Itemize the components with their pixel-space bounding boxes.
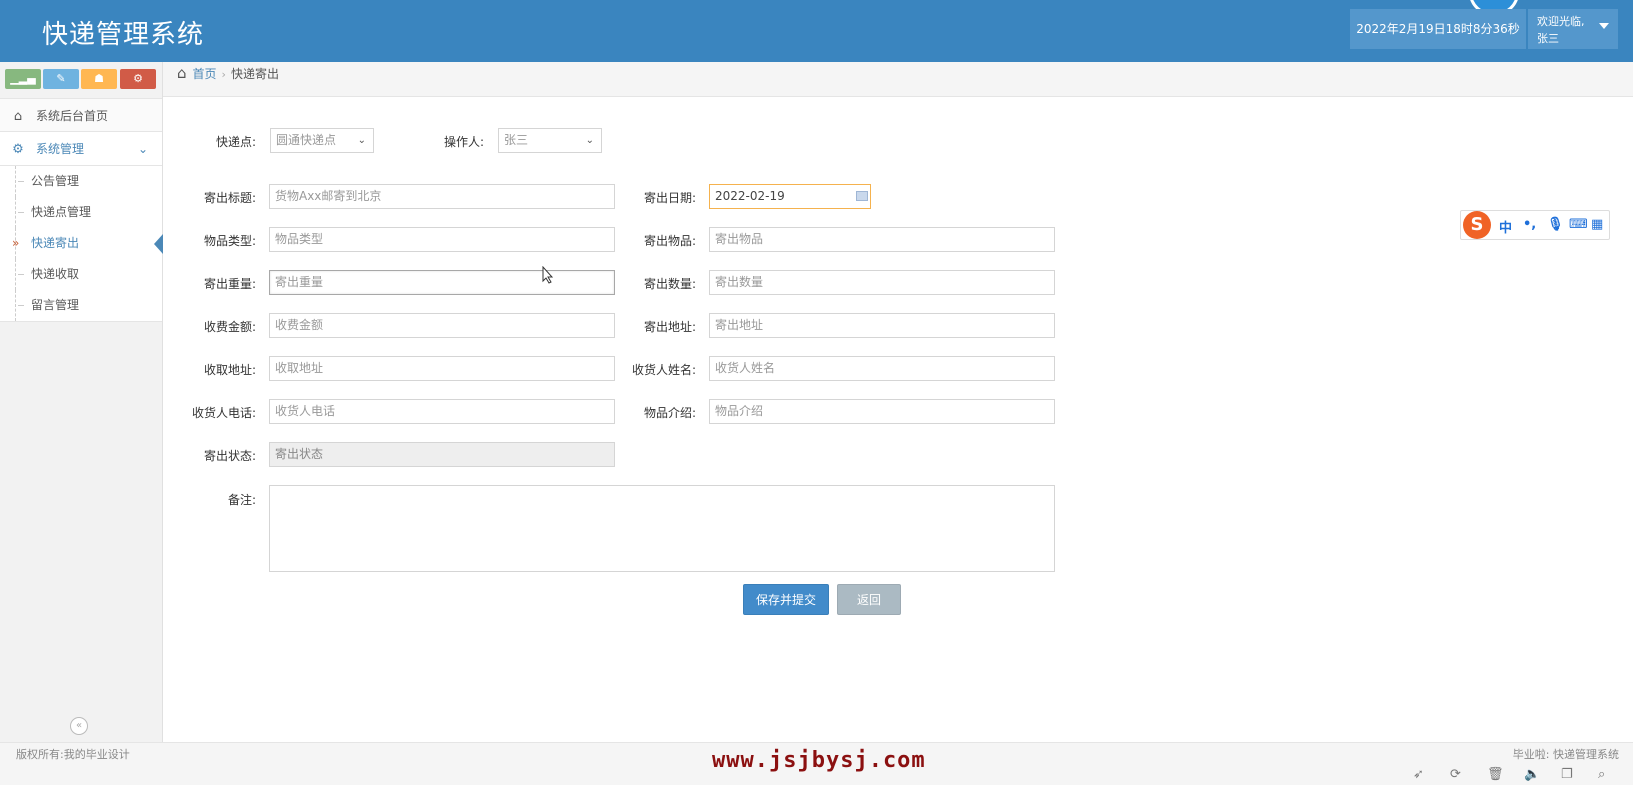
cogs-icon: ⚙ xyxy=(12,142,24,157)
sidebar-item-express-point[interactable]: 快递点管理 xyxy=(0,197,162,228)
ime-toolbar: S 中 •, 🎙 ⌨ ▦ xyxy=(1460,210,1610,240)
sidebar-group-system[interactable]: ⚙ 系统管理 ⌄ xyxy=(0,132,162,166)
refresh-icon[interactable]: ⟳ xyxy=(1450,767,1461,782)
sidebar-item-send[interactable]: » 快递寄出 xyxy=(0,228,163,259)
sidebar-item-home[interactable]: ⌂ 系统后台首页 xyxy=(0,98,162,132)
sidebar-item-label: 快递寄出 xyxy=(31,236,80,250)
remark-label: 备注: xyxy=(227,493,256,507)
sidebar-submenu: 公告管理 快递点管理 » 快递寄出 快递收取 留言管理 xyxy=(0,166,163,322)
date-value: 2022-02-19 xyxy=(715,189,785,203)
ime-punctuation-toggle[interactable]: •, xyxy=(1523,217,1536,232)
sidebar: ▁▂▄ ✎ ☗ ⚙ ⌂ 系统后台首页 ⚙ 系统管理 ⌄ 公告管理 快递点管理 » 快递… xyxy=(0,62,163,742)
send-address-input[interactable]: 寄出地址 xyxy=(709,313,1055,338)
breadcrumb-home-link[interactable]: 首页 xyxy=(193,67,217,81)
rocket-icon[interactable]: ➶ xyxy=(1413,767,1424,782)
item-input[interactable]: 寄出物品 xyxy=(709,227,1055,252)
receive-address-input[interactable]: 收取地址 xyxy=(269,356,615,381)
top-header: 快递管理系统 2022年2月19日18时8分36秒 欢迎光临, 张三 xyxy=(0,0,1633,62)
chevron-right-icon: › xyxy=(221,68,226,81)
grid-icon[interactable]: ▦ xyxy=(1591,217,1603,232)
breadcrumb-current: 快递寄出 xyxy=(230,67,279,81)
date-input[interactable]: 2022-02-19 xyxy=(709,184,871,209)
signal-icon[interactable]: ▁▂▄ xyxy=(5,69,41,89)
pencil-icon[interactable]: ✎ xyxy=(43,69,79,89)
express-point-select[interactable]: 圆通快递点 ⌄ xyxy=(270,128,374,153)
copy-icon[interactable]: ❐ xyxy=(1561,767,1573,782)
chevron-down-icon: ⌄ xyxy=(137,142,148,156)
cogs-icon[interactable]: ⚙ xyxy=(120,69,156,89)
operator-label: 操作人: xyxy=(443,135,484,149)
receiver-phone-input[interactable]: 收货人电话 xyxy=(269,399,615,424)
send-address-label: 寄出地址: xyxy=(643,320,696,334)
weight-label: 寄出重量: xyxy=(203,277,256,291)
title-label: 寄出标题: xyxy=(203,191,256,205)
shortcut-bar: ▁▂▄ ✎ ☗ ⚙ xyxy=(0,62,162,98)
app-title: 快递管理系统 xyxy=(42,20,205,50)
sidebar-item-label: 公告管理 xyxy=(31,174,80,188)
item-label: 寄出物品: xyxy=(643,234,696,248)
mic-icon[interactable]: 🎙 xyxy=(1547,217,1564,232)
sidebar-item-label: 快递收取 xyxy=(31,267,80,281)
operator-select[interactable]: 张三 ⌄ xyxy=(498,128,602,153)
calendar-icon[interactable] xyxy=(856,191,868,201)
chevron-down-icon: ⌄ xyxy=(585,135,594,146)
receiver-phone-label: 收货人电话: xyxy=(191,406,256,420)
users-icon[interactable]: ☗ xyxy=(81,69,117,89)
date-label: 寄出日期: xyxy=(643,191,696,205)
chevron-down-icon: ⌄ xyxy=(357,135,366,146)
qty-input[interactable]: 寄出数量 xyxy=(709,270,1055,295)
fee-input[interactable]: 收费金额 xyxy=(269,313,615,338)
breadcrumb: ⌂ 首页 › 快递寄出 xyxy=(163,62,1633,97)
sidebar-item-notice[interactable]: 公告管理 xyxy=(0,166,162,197)
home-icon: ⌂ xyxy=(177,64,187,82)
footer-right-text: 毕业啦: 快递管理系统 xyxy=(1512,748,1619,761)
status-input: 寄出状态 xyxy=(269,442,615,467)
express-point-label: 快递点: xyxy=(215,135,256,149)
save-submit-button[interactable]: 保存并提交 xyxy=(743,584,829,615)
trash-icon[interactable]: 🗑 xyxy=(1487,767,1504,782)
item-intro-label: 物品介绍: xyxy=(643,406,696,420)
back-button[interactable]: 返回 xyxy=(837,584,901,615)
copyright-text: 版权所有:我的毕业设计 xyxy=(16,748,130,761)
sidebar-group-label: 系统管理 xyxy=(36,142,85,156)
mouse-cursor-icon xyxy=(542,266,554,284)
select-value: 张三 xyxy=(504,133,529,147)
footer: 版权所有:我的毕业设计 www.jsjbysj.com 毕业啦: 快递管理系统 … xyxy=(0,742,1633,785)
keyboard-icon[interactable]: ⌨ xyxy=(1569,217,1588,232)
volume-icon[interactable]: 🔈 xyxy=(1524,767,1540,782)
sidebar-item-receive[interactable]: 快递收取 xyxy=(0,259,162,290)
double-chevron-left-icon[interactable]: « xyxy=(70,717,88,735)
select-value: 圆通快递点 xyxy=(276,133,337,147)
status-label: 寄出状态: xyxy=(203,449,256,463)
type-label: 物品类型: xyxy=(203,234,256,248)
weight-input[interactable]: 寄出重量 xyxy=(269,270,615,295)
receiver-name-label: 收货人姓名: xyxy=(631,363,696,377)
sidebar-item-label: 系统后台首页 xyxy=(36,109,109,123)
home-icon: ⌂ xyxy=(13,109,23,124)
title-input[interactable]: 货物Axx邮寄到北京 xyxy=(269,184,615,209)
user-menu[interactable]: 欢迎光临, 张三 xyxy=(1528,9,1618,49)
sidebar-item-message[interactable]: 留言管理 xyxy=(0,290,162,321)
ime-mode-toggle[interactable]: 中 xyxy=(1499,217,1512,236)
receive-address-label: 收取地址: xyxy=(203,363,256,377)
fee-label: 收费金额: xyxy=(203,320,256,334)
qty-label: 寄出数量: xyxy=(643,277,696,291)
remark-textarea[interactable] xyxy=(269,485,1055,572)
search-icon[interactable]: ⌕ xyxy=(1598,767,1605,782)
receiver-name-input[interactable]: 收货人姓名 xyxy=(709,356,1055,381)
watermark-text: www.jsjbysj.com xyxy=(712,748,926,773)
sogou-logo-icon[interactable]: S xyxy=(1463,211,1491,239)
datetime-display: 2022年2月19日18时8分36秒 xyxy=(1350,9,1526,49)
double-angle-right-icon: » xyxy=(12,236,20,250)
caret-down-icon[interactable] xyxy=(1599,23,1609,29)
sidebar-item-label: 快递点管理 xyxy=(31,205,92,219)
sidebar-item-label: 留言管理 xyxy=(31,298,80,312)
username: 张三 xyxy=(1537,32,1559,45)
item-intro-input[interactable]: 物品介绍 xyxy=(709,399,1055,424)
type-input[interactable]: 物品类型 xyxy=(269,227,615,252)
